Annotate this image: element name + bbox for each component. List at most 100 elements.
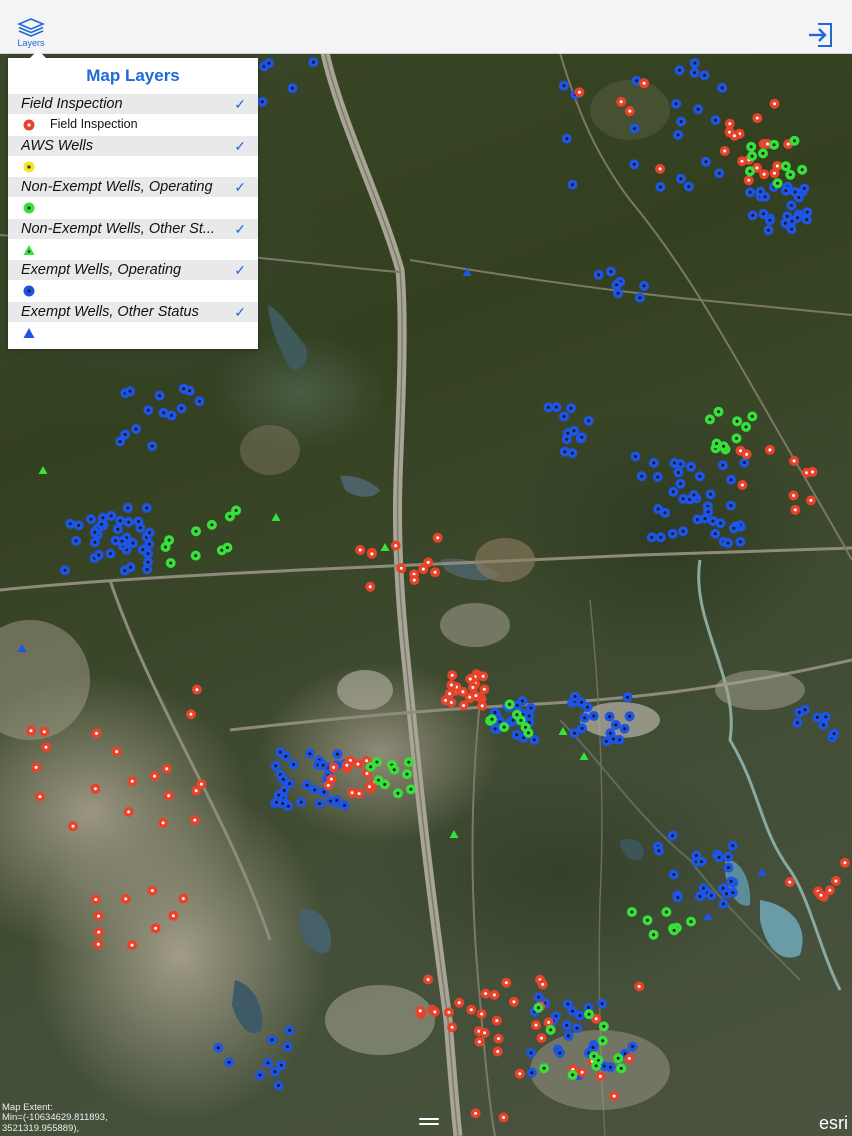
field-inspection-marker[interactable] (149, 771, 160, 782)
field-inspection-marker[interactable] (454, 997, 465, 1008)
non-exempt-well-marker[interactable] (718, 441, 729, 452)
exempt-well-marker[interactable] (572, 1023, 583, 1034)
exempt-well-marker[interactable] (699, 513, 710, 524)
field-inspection-marker[interactable] (639, 78, 650, 89)
exempt-well-marker[interactable] (304, 748, 315, 759)
non-exempt-other-status-marker[interactable] (579, 752, 589, 760)
field-inspection-marker[interactable] (39, 726, 50, 737)
exempt-well-marker[interactable] (526, 1067, 537, 1078)
field-inspection-marker[interactable] (390, 540, 401, 551)
non-exempt-well-marker[interactable] (772, 178, 783, 189)
non-exempt-well-marker[interactable] (661, 907, 672, 917)
exempt-well-marker[interactable] (728, 523, 739, 534)
exempt-well-marker[interactable] (141, 503, 152, 513)
exempt-well-marker[interactable] (802, 207, 813, 218)
exempt-well-marker[interactable] (747, 210, 758, 221)
field-inspection-marker[interactable] (189, 815, 200, 826)
exempt-well-marker[interactable] (593, 269, 604, 280)
field-inspection-marker[interactable] (595, 1071, 606, 1082)
non-exempt-well-marker[interactable] (164, 535, 175, 546)
exempt-well-marker[interactable] (655, 182, 666, 192)
field-inspection-marker[interactable] (655, 163, 666, 174)
exempt-well-marker[interactable] (688, 490, 699, 500)
exempt-well-marker[interactable] (727, 840, 738, 851)
exempt-well-marker[interactable] (339, 800, 350, 811)
exempt-well-marker[interactable] (693, 104, 704, 115)
field-inspection-marker[interactable] (719, 146, 730, 156)
field-inspection-marker[interactable] (168, 910, 179, 921)
exempt-well-marker[interactable] (683, 181, 694, 192)
field-inspection-marker[interactable] (743, 175, 754, 186)
field-inspection-marker[interactable] (752, 113, 763, 124)
non-exempt-well-marker[interactable] (567, 1069, 578, 1080)
field-inspection-marker[interactable] (609, 1091, 620, 1102)
field-inspection-marker[interactable] (90, 894, 101, 905)
exempt-well-marker[interactable] (565, 403, 576, 414)
exempt-well-marker[interactable] (678, 493, 689, 504)
exempt-well-marker[interactable] (634, 292, 645, 303)
non-exempt-well-marker[interactable] (686, 916, 696, 927)
non-exempt-well-marker[interactable] (190, 550, 201, 561)
exempt-well-marker[interactable] (122, 502, 133, 513)
non-exempt-well-marker[interactable] (405, 784, 416, 795)
exempt-well-marker[interactable] (96, 519, 107, 530)
field-inspection-marker[interactable] (577, 1067, 588, 1078)
non-exempt-well-marker[interactable] (598, 1021, 609, 1032)
layer-toggle-aws-wells[interactable]: AWS Wells ✓ (8, 135, 258, 156)
non-exempt-well-marker[interactable] (780, 161, 791, 172)
exempt-well-marker[interactable] (576, 432, 587, 443)
exempt-well-marker[interactable] (284, 1025, 295, 1036)
exempt-well-marker[interactable] (71, 535, 82, 546)
exempt-well-marker[interactable] (717, 82, 728, 93)
exempt-well-marker[interactable] (799, 183, 810, 194)
field-inspection-marker[interactable] (467, 682, 478, 693)
exempt-well-marker[interactable] (610, 719, 621, 730)
field-inspection-marker[interactable] (790, 504, 801, 515)
exempt-well-marker[interactable] (629, 123, 640, 134)
exempt-well-marker[interactable] (673, 467, 684, 478)
exempt-well-marker[interactable] (597, 998, 608, 1009)
non-exempt-well-marker[interactable] (669, 925, 680, 936)
field-inspection-marker[interactable] (458, 700, 469, 711)
exempt-well-marker[interactable] (526, 1047, 536, 1058)
exempt-well-marker[interactable] (613, 288, 624, 299)
exempt-well-marker[interactable] (660, 507, 670, 518)
field-inspection-marker[interactable] (328, 762, 339, 773)
non-exempt-well-marker[interactable] (523, 727, 534, 738)
exempt-well-marker[interactable] (758, 208, 769, 219)
exempt-well-marker[interactable] (646, 532, 657, 543)
field-inspection-marker[interactable] (158, 817, 169, 828)
exempt-well-marker[interactable] (213, 1042, 224, 1053)
exempt-well-marker[interactable] (588, 711, 599, 721)
exempt-well-marker[interactable] (562, 428, 573, 439)
exempt-well-marker[interactable] (671, 98, 682, 109)
exempt-well-marker[interactable] (652, 472, 663, 482)
non-exempt-well-marker[interactable] (597, 1035, 608, 1046)
field-inspection-marker[interactable] (341, 760, 352, 771)
exempt-well-marker[interactable] (112, 524, 123, 535)
field-inspection-marker[interactable] (574, 87, 585, 98)
exempt-well-marker[interactable] (123, 517, 134, 528)
exempt-well-marker[interactable] (793, 192, 804, 203)
field-inspection-marker[interactable] (423, 557, 434, 568)
field-inspection-marker[interactable] (735, 445, 746, 456)
field-inspection-marker[interactable] (409, 575, 420, 585)
non-exempt-other-status-marker[interactable] (271, 513, 281, 521)
non-exempt-other-status-marker[interactable] (38, 466, 48, 474)
exempt-well-marker[interactable] (636, 471, 647, 482)
exempt-well-marker[interactable] (567, 448, 578, 459)
non-exempt-well-marker[interactable] (747, 151, 758, 162)
field-inspection-marker[interactable] (457, 686, 468, 697)
non-exempt-well-marker[interactable] (392, 788, 403, 799)
exempt-well-marker[interactable] (698, 883, 709, 894)
field-inspection-marker[interactable] (729, 130, 740, 141)
field-inspection-marker[interactable] (93, 911, 104, 922)
exempt-other-status-marker[interactable] (17, 644, 27, 652)
exempt-well-marker[interactable] (820, 711, 831, 722)
exempt-well-marker[interactable] (60, 565, 70, 576)
non-exempt-well-marker[interactable] (713, 406, 724, 417)
non-exempt-well-marker[interactable] (758, 148, 768, 159)
field-inspection-marker[interactable] (536, 1033, 547, 1044)
exempt-well-marker[interactable] (723, 862, 734, 873)
exempt-well-marker[interactable] (267, 1034, 278, 1045)
